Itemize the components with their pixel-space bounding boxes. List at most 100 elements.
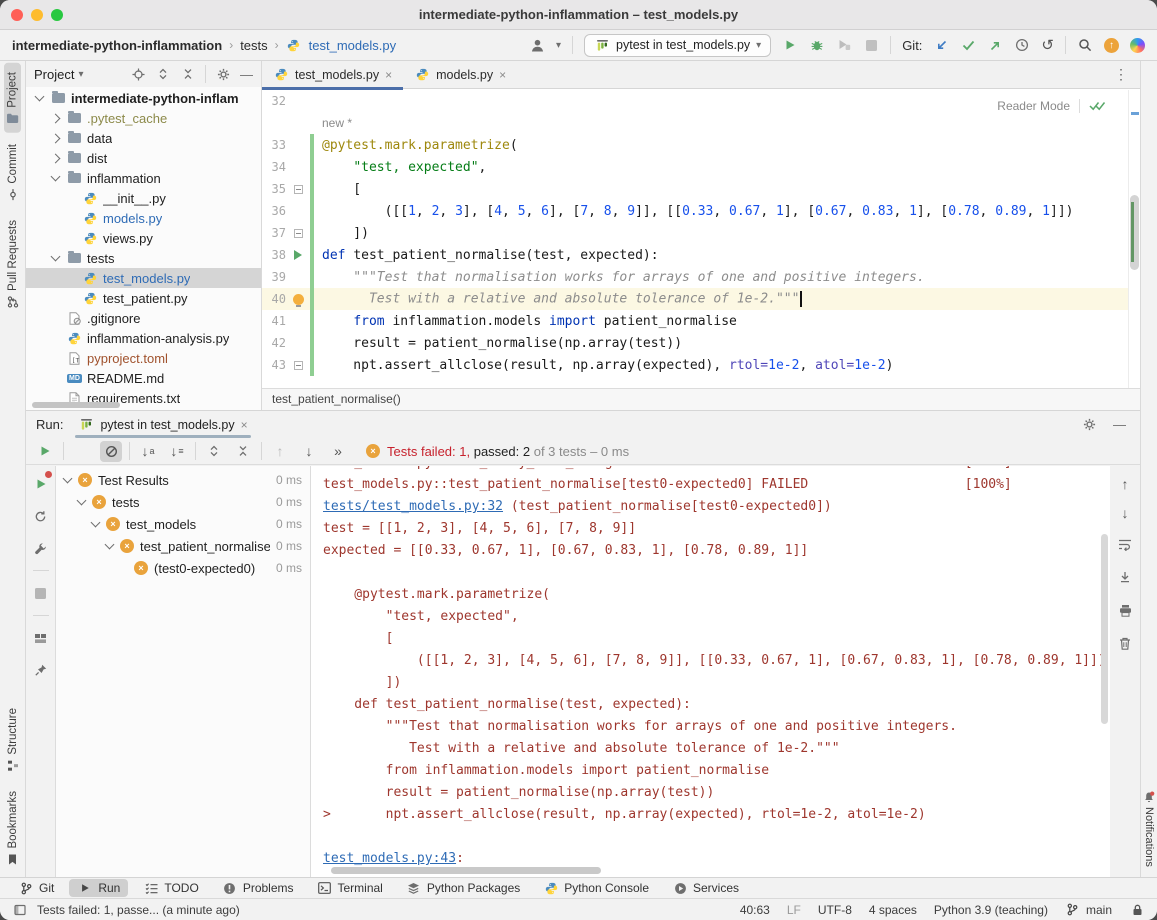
stop-process-button[interactable] xyxy=(33,583,49,603)
editor-line-33[interactable]: 33@pytest.mark.parametrize( xyxy=(262,134,1128,156)
chevron-down-icon[interactable] xyxy=(63,474,73,484)
editor-breadcrumb[interactable]: test_patient_normalise() xyxy=(262,388,1140,410)
minimize-window-button[interactable] xyxy=(31,9,43,21)
run-test-gutter-icon[interactable] xyxy=(286,250,310,260)
sort-alphabetically-button[interactable]: ↓a xyxy=(137,441,159,462)
user-dropdown-icon[interactable]: ▾ xyxy=(556,40,561,51)
tree-item-inflammation-analysis-py[interactable]: inflammation-analysis.py xyxy=(26,328,261,348)
line-separator-widget[interactable]: LF xyxy=(787,903,801,917)
editor-line-39[interactable]: 39 """Test that normalisation works for … xyxy=(262,266,1128,288)
project-horizontal-scrollbar[interactable] xyxy=(32,402,120,408)
breadcrumb-file[interactable]: test_models.py xyxy=(309,38,396,53)
chevron-down-icon[interactable] xyxy=(91,518,101,528)
chevron-down-icon[interactable] xyxy=(77,496,87,506)
more-options-icon[interactable]: » xyxy=(327,441,349,462)
history-icon[interactable] xyxy=(1014,35,1030,55)
editor-scrollbar[interactable] xyxy=(1128,90,1140,388)
run-button[interactable] xyxy=(782,35,798,55)
reader-mode-toggle[interactable]: Reader Mode xyxy=(993,94,1110,118)
tool-window-bar-problems[interactable]: Problems xyxy=(214,879,302,897)
tree-item-intermediate-python-inflam[interactable]: intermediate-python-inflam xyxy=(26,88,261,108)
layout-settings-icon[interactable] xyxy=(33,628,49,648)
zoom-window-button[interactable] xyxy=(51,9,63,21)
editor-line-40[interactable]: 40 Test with a relative and absolute tol… xyxy=(262,288,1128,310)
scroll-to-end-icon[interactable] xyxy=(1117,567,1133,587)
console-link[interactable]: test_models.py:43 xyxy=(323,851,456,866)
fold-marker-icon[interactable] xyxy=(286,185,310,194)
run-configuration-select[interactable]: pytest in test_models.py ▾ xyxy=(584,34,771,57)
test-tree-item-test-patient-normalise[interactable]: ×test_patient_normalise0 ms xyxy=(56,535,310,557)
tool-window-button-project[interactable]: Project xyxy=(4,63,21,133)
chevron-down-icon[interactable] xyxy=(51,252,61,262)
tree-item-gitignore[interactable]: .gitignore xyxy=(26,308,261,328)
chevron-down-icon[interactable] xyxy=(35,92,45,102)
fold-marker-icon[interactable] xyxy=(286,229,310,238)
tool-window-bar-python-console[interactable]: Python Console xyxy=(535,879,657,897)
tree-item-test-models-py[interactable]: test_models.py xyxy=(26,268,261,288)
tool-window-button-commit[interactable]: Commit xyxy=(5,135,21,210)
tree-item-dist[interactable]: dist xyxy=(26,148,261,168)
editor-tab-models-py[interactable]: models.py× xyxy=(403,61,517,89)
caret-position-widget[interactable]: 40:63 xyxy=(740,903,770,917)
tool-window-bar-services[interactable]: Services xyxy=(664,879,747,897)
tree-item-models-py[interactable]: models.py xyxy=(26,208,261,228)
test-settings-wrench-icon[interactable] xyxy=(33,538,49,558)
sort-by-duration-button[interactable]: ↓≡ xyxy=(166,441,188,462)
test-console-output[interactable]: test_models.py::test_daily_mean_integers… xyxy=(310,466,1110,877)
print-icon[interactable] xyxy=(1117,600,1133,620)
tool-window-button-pull-requests[interactable]: Pull Requests xyxy=(5,211,21,317)
indent-widget[interactable]: 4 spaces xyxy=(869,903,917,917)
git-branch-widget[interactable]: main xyxy=(1065,900,1112,920)
breadcrumb-project[interactable]: intermediate-python-inflammation xyxy=(12,38,222,53)
more-options-icon[interactable]: ⋮ xyxy=(1102,66,1140,83)
rerun-icon[interactable] xyxy=(33,506,49,526)
tree-item-pyproject-toml[interactable]: [T]pyproject.toml xyxy=(26,348,261,368)
learn-plugin-icon[interactable] xyxy=(1130,38,1145,53)
tree-item-readme-md[interactable]: MDREADME.md xyxy=(26,368,261,388)
status-message[interactable]: Tests failed: 1, passe... (a minute ago) xyxy=(37,903,240,917)
tree-item-test-patient-py[interactable]: test_patient.py xyxy=(26,288,261,308)
clear-all-icon[interactable] xyxy=(1117,633,1133,653)
chevron-right-icon[interactable] xyxy=(51,113,61,123)
show-passed-toggle[interactable] xyxy=(71,441,93,462)
scroll-down-icon[interactable]: ↓ xyxy=(1122,505,1129,521)
tool-window-bar-git[interactable]: Git xyxy=(10,879,62,897)
tree-item-tests[interactable]: tests xyxy=(26,248,261,268)
project-view-select[interactable]: Project ▾ xyxy=(34,67,84,82)
previous-failed-test-button[interactable]: ↑ xyxy=(269,441,291,462)
test-tree-item-test0-expected0[interactable]: ×(test0-expected0)0 ms xyxy=(56,557,310,579)
git-commit-button[interactable] xyxy=(960,35,976,55)
intention-bulb-icon[interactable] xyxy=(286,294,310,305)
chevron-down-icon[interactable] xyxy=(105,540,115,550)
editor-tab-test-models-py[interactable]: test_models.py× xyxy=(262,61,403,89)
inspections-ok-icon[interactable] xyxy=(1089,96,1106,116)
test-tree-item-tests[interactable]: ×tests0 ms xyxy=(56,491,310,513)
debug-button[interactable] xyxy=(809,35,825,55)
collapse-all-button[interactable] xyxy=(232,441,254,462)
hide-passed-toggle[interactable] xyxy=(100,441,122,462)
tool-window-button-structure[interactable]: Structure xyxy=(5,699,21,781)
editor-line-41[interactable]: 41 from inflammation.models import patie… xyxy=(262,310,1128,332)
scroll-up-icon[interactable]: ↑ xyxy=(1122,476,1129,492)
editor-line-38[interactable]: 38def test_patient_normalise(test, expec… xyxy=(262,244,1128,266)
settings-gear-icon[interactable] xyxy=(215,64,231,84)
tree-item-views-py[interactable]: views.py xyxy=(26,228,261,248)
collapse-all-icon[interactable] xyxy=(180,64,196,84)
tool-window-button-bookmarks[interactable]: Bookmarks xyxy=(5,782,21,875)
tool-window-bar-todo[interactable]: TODO xyxy=(135,879,206,897)
pin-tab-icon[interactable] xyxy=(33,660,49,680)
tool-window-toggle-icon[interactable] xyxy=(12,900,28,920)
tool-window-button-notifications[interactable]: Notifications xyxy=(1142,785,1156,873)
stop-button[interactable] xyxy=(863,35,879,55)
scrollbar-thumb[interactable] xyxy=(1130,195,1139,270)
editor-line-35[interactable]: 35 [ xyxy=(262,178,1128,200)
editor-line-42[interactable]: 42 result = patient_normalise(np.array(t… xyxy=(262,332,1128,354)
tool-window-bar-terminal[interactable]: Terminal xyxy=(309,879,391,897)
git-update-button[interactable] xyxy=(933,35,949,55)
test-tree-item-test-results[interactable]: ×Test Results0 ms xyxy=(56,469,310,491)
soft-wrap-icon[interactable] xyxy=(1117,534,1133,554)
tool-window-bar-run[interactable]: Run xyxy=(69,879,128,897)
rerun-tests-button[interactable] xyxy=(34,441,56,462)
console-vertical-scrollbar[interactable] xyxy=(1101,534,1108,724)
title-bar[interactable]: intermediate-python-inflammation – test_… xyxy=(0,0,1157,30)
